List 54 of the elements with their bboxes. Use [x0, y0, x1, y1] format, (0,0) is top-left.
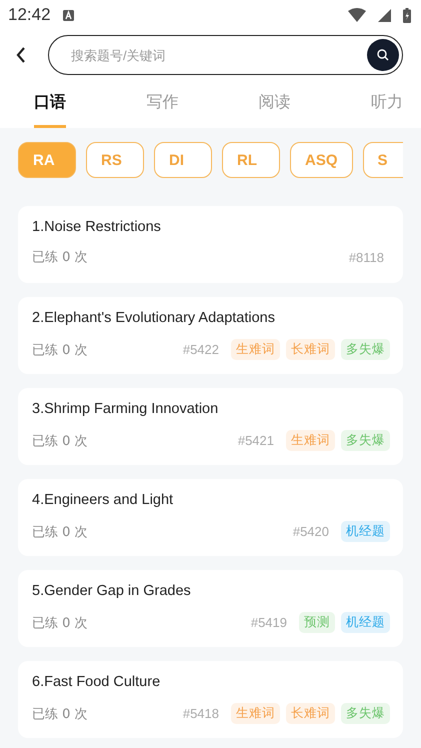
- question-title: 1.Noise Restrictions: [32, 219, 162, 235]
- signal-icon: [378, 8, 391, 22]
- question-title: 3.Shrimp Farming Innovation: [32, 401, 220, 417]
- question-title: 4.Engineers and Light: [32, 492, 174, 508]
- question-number: #5418: [182, 706, 219, 721]
- category-tab[interactable]: 听力: [370, 80, 403, 128]
- question-tag: 生难词: [231, 703, 280, 724]
- question-tag: 生难词: [231, 339, 280, 360]
- question-number: #5421: [238, 433, 274, 448]
- question-tag: 长难词: [286, 339, 335, 360]
- battery-icon: [403, 8, 411, 22]
- type-chip[interactable]: DI: [154, 142, 212, 178]
- question-tag: 长难词: [286, 703, 335, 724]
- question-tag: 预测: [299, 612, 335, 633]
- category-tab[interactable]: 写作: [146, 80, 178, 128]
- status-time: 12:42: [8, 5, 51, 25]
- question-tag: 机经题: [341, 612, 390, 633]
- back-icon[interactable]: [16, 47, 26, 63]
- type-chip[interactable]: RS: [86, 142, 144, 178]
- wifi-icon: [348, 8, 366, 22]
- question-card[interactable]: 4.Engineers and Light 已练 0 次 #5420 机经题: [18, 479, 403, 556]
- practice-count: 已练 0 次: [32, 249, 88, 266]
- question-tag: 多失爆: [341, 703, 390, 724]
- question-tag: 生难词: [286, 430, 335, 451]
- question-card[interactable]: 2.Elephant's Evolutionary Adaptations 已练 0 次 #5422 生难词 长难词 多失爆: [18, 297, 403, 374]
- question-title: 6.Fast Food Culture: [32, 674, 162, 690]
- search-button[interactable]: [367, 39, 399, 71]
- type-chip[interactable]: S: [362, 142, 403, 178]
- question-tag: 多失爆: [341, 339, 390, 360]
- search-input[interactable]: 搜索题号/关键词: [69, 46, 367, 64]
- question-title: 2.Elephant's Evolutionary Adaptations: [32, 310, 276, 326]
- question-card[interactable]: 6.Fast Food Culture 已练 0 次 #5418 生难词 长难词 多失爆: [18, 661, 403, 738]
- question-number: #5419: [250, 615, 287, 630]
- question-card[interactable]: 3.Shrimp Farming Innovation 已练 0 次 #5421 生难词 多失爆: [18, 388, 403, 465]
- type-chip[interactable]: RL: [222, 142, 280, 178]
- practice-count: 已练 0 次: [32, 706, 88, 722]
- question-tag: 多失爆: [341, 430, 390, 451]
- search-field[interactable]: 搜索题号/关键词: [48, 35, 403, 75]
- practice-count: 已练 0 次: [32, 432, 88, 450]
- search-icon: [377, 49, 389, 61]
- practice-count: 已练 0 次: [32, 524, 88, 540]
- question-card[interactable]: 5.Gender Gap in Grades 已练 0 次 #5419 预测 机经题: [18, 570, 403, 647]
- category-tab[interactable]: 阅读: [258, 80, 291, 128]
- question-tag: 机经题: [341, 521, 390, 542]
- question-card[interactable]: 1.Noise Restrictions 已练 0 次 #8118: [18, 206, 403, 283]
- type-chip[interactable]: RA: [18, 142, 76, 178]
- question-number: #8118: [348, 250, 384, 264]
- type-chip[interactable]: ASQ: [290, 142, 353, 178]
- question-number: #5422: [182, 342, 219, 357]
- practice-count: 已练 0 次: [32, 342, 88, 358]
- practice-count: 已练 0 次: [32, 614, 88, 632]
- notification-icon: [62, 10, 74, 20]
- question-number: #5420: [292, 524, 329, 539]
- question-title: 5.Gender Gap in Grades: [32, 583, 192, 599]
